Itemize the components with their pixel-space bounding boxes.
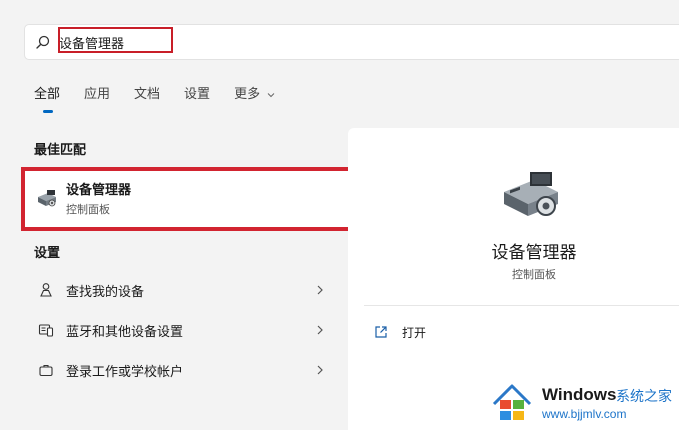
tab-apps-label: 应用 — [84, 87, 111, 102]
detail-divider — [364, 305, 679, 306]
chevron-right-icon — [317, 365, 323, 375]
settings-item-work-school-account[interactable]: 登录工作或学校帐户 — [24, 352, 334, 388]
tab-settings[interactable]: 设置 — [184, 86, 210, 116]
best-match-subtitle: 控制面板 — [66, 203, 110, 216]
tab-documents-label: 文档 — [134, 87, 161, 102]
tab-settings-label: 设置 — [184, 87, 211, 102]
search-window: 全部 应用 文档 设置 更多 最佳匹配 设备管理器 控制 — [0, 0, 679, 430]
open-label: 打开 — [402, 326, 427, 340]
settings-heading: 设置 — [34, 246, 61, 261]
watermark-brand: Windows — [542, 385, 617, 404]
filter-tabs: 全部 应用 文档 设置 更多 — [34, 86, 275, 116]
tab-documents[interactable]: 文档 — [134, 86, 160, 116]
device-manager-icon — [504, 172, 558, 216]
detail-title: 设备管理器 — [491, 243, 577, 263]
settings-item-label: 蓝牙和其他设备设置 — [66, 325, 184, 340]
watermark-cn: 系统之家 — [616, 389, 672, 405]
watermark-url: www.bjjmlv.com — [542, 407, 627, 421]
detail-subtitle: 控制面板 — [512, 268, 556, 281]
open-button[interactable]: 打开 — [368, 322, 488, 344]
settings-item-label: 查找我的设备 — [66, 285, 145, 300]
devices-icon — [38, 324, 54, 337]
briefcase-icon — [39, 364, 53, 377]
chevron-right-icon — [317, 285, 323, 295]
search-icon — [36, 35, 50, 49]
device-manager-icon — [38, 190, 56, 207]
search-input[interactable] — [59, 29, 659, 55]
person-location-icon — [40, 283, 52, 297]
settings-item-bluetooth-devices[interactable]: 蓝牙和其他设备设置 — [24, 312, 334, 348]
active-tab-indicator — [43, 110, 53, 113]
tab-apps[interactable]: 应用 — [84, 86, 110, 116]
windows-logo-icon — [492, 384, 532, 420]
settings-item-find-my-device[interactable]: 查找我的设备 — [24, 272, 334, 308]
chevron-right-icon — [317, 325, 323, 335]
tab-all[interactable]: 全部 — [34, 86, 60, 116]
settings-item-label: 登录工作或学校帐户 — [66, 365, 184, 380]
best-match-result[interactable]: 设备管理器 控制面板 — [24, 170, 350, 228]
open-external-icon — [375, 326, 387, 338]
tab-more[interactable]: 更多 — [234, 86, 275, 116]
watermark: Windows 系统之家 www.bjjmlv.com — [480, 372, 679, 430]
search-bar[interactable] — [24, 24, 679, 60]
tab-all-label: 全部 — [34, 87, 61, 102]
best-match-heading: 最佳匹配 — [34, 143, 87, 158]
tab-more-label: 更多 — [234, 87, 261, 102]
chevron-down-icon — [267, 92, 275, 97]
best-match-title: 设备管理器 — [66, 183, 132, 198]
